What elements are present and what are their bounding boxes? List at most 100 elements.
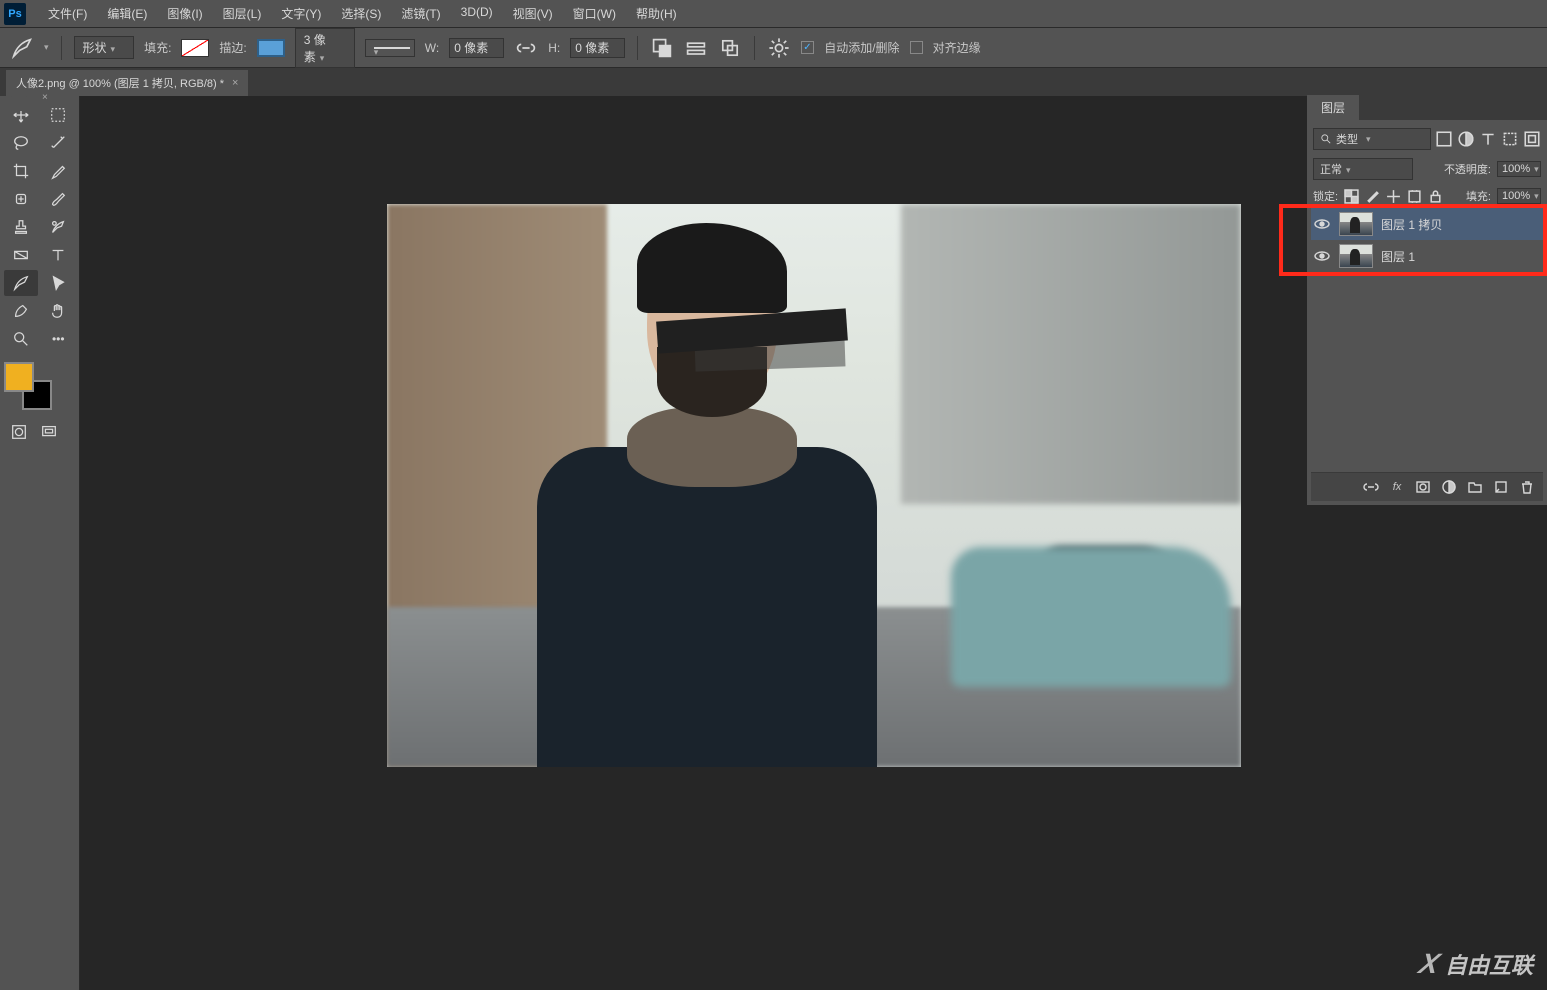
brush-tool[interactable]: [42, 186, 76, 212]
opacity-input[interactable]: 100%: [1497, 161, 1541, 177]
magic-wand-tool[interactable]: [42, 130, 76, 156]
menu-item[interactable]: 帮助(H): [626, 5, 687, 22]
layers-panel-tab[interactable]: 图层: [1307, 95, 1359, 120]
filter-type-label: 类型: [1336, 131, 1358, 147]
align-edges-label: 对齐边缘: [933, 39, 981, 56]
screen-mode-icon[interactable]: [38, 422, 60, 442]
gradient-tool[interactable]: [4, 242, 38, 268]
lock-artboard-icon[interactable]: [1407, 189, 1422, 204]
document-title: 人像2.png @ 100% (图层 1 拷贝, RGB/8) *: [16, 75, 224, 91]
foreground-color[interactable]: [4, 362, 34, 392]
filter-adjust-icon[interactable]: [1457, 131, 1475, 147]
close-tab-icon[interactable]: ×: [232, 77, 238, 89]
layers-panel-footer: fx: [1311, 472, 1543, 501]
stroke-label: 描边:: [219, 39, 246, 56]
app-logo: Ps: [4, 3, 26, 25]
separator: [754, 36, 755, 60]
filter-type-icon[interactable]: [1479, 131, 1497, 147]
visibility-toggle-icon[interactable]: [1313, 247, 1331, 265]
watermark: X自由互联: [1420, 948, 1533, 980]
lock-label: 锁定:: [1313, 188, 1338, 204]
visibility-toggle-icon[interactable]: [1313, 215, 1331, 233]
layer-row[interactable]: 图层 1 拷贝: [1311, 208, 1543, 240]
path-select-tool[interactable]: [42, 270, 76, 296]
eyedropper-tool[interactable]: [42, 158, 76, 184]
crop-tool[interactable]: [4, 158, 38, 184]
shape-tool[interactable]: [4, 298, 38, 324]
height-label: H:: [548, 41, 560, 55]
menu-item[interactable]: 选择(S): [331, 5, 391, 22]
document-tabbar: 人像2.png @ 100% (图层 1 拷贝, RGB/8) * ×: [0, 68, 1547, 96]
lasso-tool[interactable]: [4, 130, 38, 156]
link-wh-icon[interactable]: [514, 38, 538, 58]
arrange-icon[interactable]: [718, 38, 742, 58]
color-swatches[interactable]: [4, 362, 54, 412]
fill-opacity-label: 填充:: [1466, 188, 1491, 204]
layers-list: 图层 1 拷贝 图层 1: [1311, 208, 1543, 272]
lock-position-icon[interactable]: [1386, 189, 1401, 204]
fill-opacity-input[interactable]: 100%: [1497, 188, 1541, 204]
menu-item[interactable]: 窗口(W): [563, 5, 626, 22]
stroke-width-input[interactable]: 3 像素: [295, 28, 355, 68]
shape-mode-select[interactable]: 形状: [74, 36, 135, 59]
filter-pixel-icon[interactable]: [1435, 131, 1453, 147]
opacity-label: 不透明度:: [1444, 161, 1491, 177]
width-label: W:: [425, 41, 439, 55]
stroke-swatch[interactable]: [257, 39, 285, 57]
adjustment-layer-icon[interactable]: [1441, 479, 1457, 495]
filter-smart-icon[interactable]: [1523, 131, 1541, 147]
marquee-tool[interactable]: [42, 102, 76, 128]
edit-toolbar[interactable]: •••: [42, 326, 76, 352]
lock-pixels-icon[interactable]: [1365, 189, 1380, 204]
layer-mask-icon[interactable]: [1415, 479, 1431, 495]
layers-panel: 图层 类型 正常 不透明度: 100% 锁定:: [1307, 96, 1547, 505]
layer-row[interactable]: 图层 1: [1311, 240, 1543, 272]
path-ops-icon[interactable]: [650, 38, 674, 58]
blend-mode-select[interactable]: 正常: [1313, 158, 1413, 180]
new-layer-icon[interactable]: [1493, 479, 1509, 495]
layer-filter-select[interactable]: 类型: [1313, 128, 1431, 150]
menu-item[interactable]: 视图(V): [503, 5, 563, 22]
options-bar: ▾ 形状 填充: 描边: 3 像素 W: H: 自动添加/删除 对齐边缘: [0, 28, 1547, 68]
filter-shape-icon[interactable]: [1501, 131, 1519, 147]
stamp-tool[interactable]: [4, 214, 38, 240]
lock-all-icon[interactable]: [1428, 189, 1443, 204]
menu-item[interactable]: 图像(I): [157, 5, 212, 22]
secondary-tab[interactable]: ×: [10, 96, 28, 111]
menubar: Ps 文件(F)编辑(E)图像(I)图层(L)文字(Y)选择(S)滤镜(T)3D…: [0, 0, 1547, 28]
layer-thumbnail[interactable]: [1339, 212, 1373, 236]
layer-name[interactable]: 图层 1: [1381, 248, 1415, 265]
stroke-style-select[interactable]: [365, 39, 415, 57]
width-input[interactable]: [449, 38, 504, 58]
align-icon[interactable]: [684, 38, 708, 58]
lock-transparency-icon[interactable]: [1344, 189, 1359, 204]
fill-label: 填充:: [144, 39, 171, 56]
delete-layer-icon[interactable]: [1519, 479, 1535, 495]
menu-item[interactable]: 文字(Y): [271, 5, 331, 22]
history-brush-tool[interactable]: [42, 214, 76, 240]
link-layers-icon[interactable]: [1363, 479, 1379, 495]
layer-thumbnail[interactable]: [1339, 244, 1373, 268]
menu-item[interactable]: 滤镜(T): [391, 5, 450, 22]
align-edges-checkbox[interactable]: [910, 41, 923, 54]
menu-item[interactable]: 图层(L): [213, 5, 272, 22]
menu-item[interactable]: 3D(D): [451, 5, 503, 22]
auto-add-delete-checkbox[interactable]: [801, 41, 814, 54]
fill-swatch[interactable]: [181, 39, 209, 57]
gear-icon[interactable]: [767, 38, 791, 58]
pen-tool[interactable]: [4, 270, 38, 296]
zoom-tool[interactable]: [4, 326, 38, 352]
pen-tool-icon[interactable]: [10, 38, 34, 58]
layer-name[interactable]: 图层 1 拷贝: [1381, 216, 1442, 233]
hand-tool[interactable]: [42, 298, 76, 324]
layer-group-icon[interactable]: [1467, 479, 1483, 495]
document-canvas[interactable]: [387, 204, 1241, 767]
type-tool[interactable]: [42, 242, 76, 268]
healing-brush-tool[interactable]: [4, 186, 38, 212]
menu-item[interactable]: 文件(F): [38, 5, 97, 22]
quick-mask-icon[interactable]: [8, 422, 30, 442]
layer-fx-icon[interactable]: fx: [1389, 479, 1405, 495]
workspace: •••: [0, 96, 1547, 990]
menu-item[interactable]: 编辑(E): [97, 5, 157, 22]
height-input[interactable]: [570, 38, 625, 58]
